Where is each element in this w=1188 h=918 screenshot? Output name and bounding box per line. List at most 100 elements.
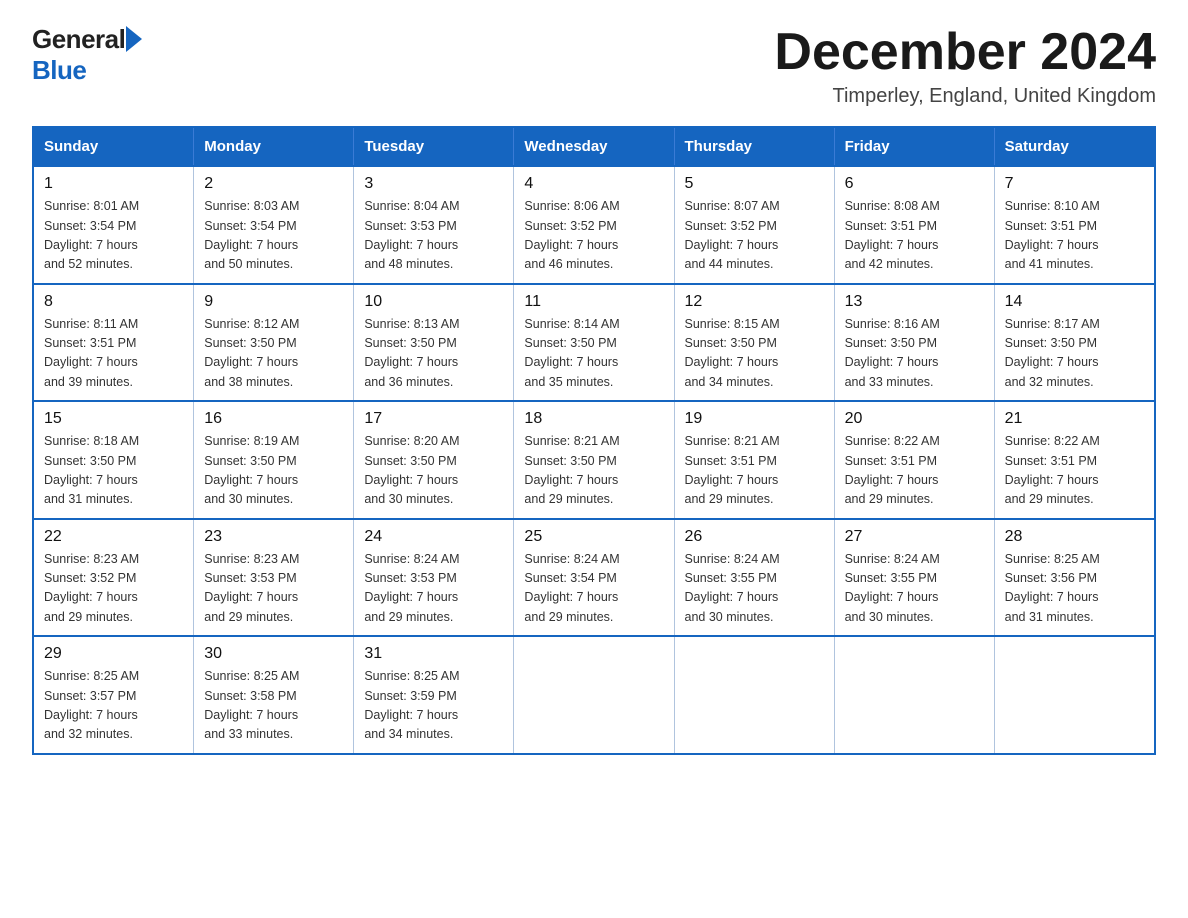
day-info: Sunrise: 8:13 AMSunset: 3:50 PMDaylight:… (364, 315, 503, 393)
day-info: Sunrise: 8:24 AMSunset: 3:54 PMDaylight:… (524, 550, 663, 628)
day-number: 16 (204, 410, 343, 428)
day-info: Sunrise: 8:25 AMSunset: 3:58 PMDaylight:… (204, 667, 343, 745)
day-number: 27 (845, 528, 984, 546)
calendar-day-cell: 5Sunrise: 8:07 AMSunset: 3:52 PMDaylight… (674, 166, 834, 284)
day-info: Sunrise: 8:04 AMSunset: 3:53 PMDaylight:… (364, 197, 503, 275)
calendar-day-cell: 17Sunrise: 8:20 AMSunset: 3:50 PMDayligh… (354, 401, 514, 519)
calendar-week-row: 15 Sunrise: 8:18 AMSunset: 3:50 PMDayligh… (33, 401, 1155, 519)
day-info: Sunrise: 8:24 AMSunset: 3:55 PMDaylight:… (685, 550, 824, 628)
day-info: Sunrise: 8:06 AMSunset: 3:52 PMDaylight:… (524, 197, 663, 275)
day-number: 24 (364, 528, 503, 546)
day-info: Sunrise: 8:19 AMSunset: 3:50 PMDaylight:… (204, 432, 343, 510)
calendar-day-cell: 27Sunrise: 8:24 AMSunset: 3:55 PMDayligh… (834, 519, 994, 637)
day-number: 11 (524, 293, 663, 311)
day-number: 26 (685, 528, 824, 546)
calendar-day-cell: 10 Sunrise: 8:13 AMSunset: 3:50 PMDayligh… (354, 284, 514, 402)
day-info: Sunrise: 8:23 AMSunset: 3:52 PMDaylight:… (44, 550, 183, 628)
calendar-day-cell: 18 Sunrise: 8:21 AMSunset: 3:50 PMDayligh… (514, 401, 674, 519)
day-of-week-header: Friday (834, 127, 994, 166)
calendar-week-row: 22Sunrise: 8:23 AMSunset: 3:52 PMDayligh… (33, 519, 1155, 637)
day-info: Sunrise: 8:20 AMSunset: 3:50 PMDaylight:… (364, 432, 503, 510)
calendar-day-cell: 9Sunrise: 8:12 AMSunset: 3:50 PMDaylight… (194, 284, 354, 402)
calendar-day-cell: 12 Sunrise: 8:15 AMSunset: 3:50 PMDayligh… (674, 284, 834, 402)
day-number: 25 (524, 528, 663, 546)
calendar-day-cell: 19 Sunrise: 8:21 AMSunset: 3:51 PMDayligh… (674, 401, 834, 519)
day-number: 10 (364, 293, 503, 311)
calendar-header-row: SundayMondayTuesdayWednesdayThursdayFrid… (33, 127, 1155, 166)
calendar-day-cell: 6Sunrise: 8:08 AMSunset: 3:51 PMDaylight… (834, 166, 994, 284)
calendar-day-cell: 22Sunrise: 8:23 AMSunset: 3:52 PMDayligh… (33, 519, 194, 637)
day-info: Sunrise: 8:21 AMSunset: 3:50 PMDaylight:… (524, 432, 663, 510)
calendar-table: SundayMondayTuesdayWednesdayThursdayFrid… (32, 126, 1156, 755)
logo-blue-text: Blue (32, 55, 86, 85)
day-info: Sunrise: 8:15 AMSunset: 3:50 PMDaylight:… (685, 315, 824, 393)
calendar-day-cell: 8 Sunrise: 8:11 AMSunset: 3:51 PMDaylight… (33, 284, 194, 402)
page-header: General Blue December 2024 Timperley, En… (32, 24, 1156, 108)
calendar-day-cell: 3Sunrise: 8:04 AMSunset: 3:53 PMDaylight… (354, 166, 514, 284)
title-block: December 2024 Timperley, England, United… (774, 24, 1156, 108)
day-number: 15 (44, 410, 183, 428)
month-title: December 2024 (774, 24, 1156, 81)
calendar-day-cell: 26 Sunrise: 8:24 AMSunset: 3:55 PMDayligh… (674, 519, 834, 637)
day-number: 8 (44, 293, 183, 311)
calendar-day-cell: 15 Sunrise: 8:18 AMSunset: 3:50 PMDayligh… (33, 401, 194, 519)
calendar-day-cell: 11 Sunrise: 8:14 AMSunset: 3:50 PMDayligh… (514, 284, 674, 402)
calendar-day-cell: 16 Sunrise: 8:19 AMSunset: 3:50 PMDayligh… (194, 401, 354, 519)
day-info: Sunrise: 8:22 AMSunset: 3:51 PMDaylight:… (1005, 432, 1144, 510)
calendar-day-cell: 23 Sunrise: 8:23 AMSunset: 3:53 PMDayligh… (194, 519, 354, 637)
day-of-week-header: Thursday (674, 127, 834, 166)
calendar-day-cell (674, 636, 834, 754)
day-info: Sunrise: 8:25 AMSunset: 3:56 PMDaylight:… (1005, 550, 1144, 628)
day-info: Sunrise: 8:11 AMSunset: 3:51 PMDaylight:… (44, 315, 183, 393)
day-number: 28 (1005, 528, 1144, 546)
day-number: 1 (44, 175, 183, 193)
day-info: Sunrise: 8:23 AMSunset: 3:53 PMDaylight:… (204, 550, 343, 628)
calendar-week-row: 8 Sunrise: 8:11 AMSunset: 3:51 PMDaylight… (33, 284, 1155, 402)
calendar-day-cell: 25 Sunrise: 8:24 AMSunset: 3:54 PMDayligh… (514, 519, 674, 637)
day-info: Sunrise: 8:22 AMSunset: 3:51 PMDaylight:… (845, 432, 984, 510)
day-number: 20 (845, 410, 984, 428)
location: Timperley, England, United Kingdom (774, 85, 1156, 108)
day-info: Sunrise: 8:25 AMSunset: 3:59 PMDaylight:… (364, 667, 503, 745)
logo-chevron-icon (126, 26, 142, 52)
day-number: 14 (1005, 293, 1144, 311)
day-number: 18 (524, 410, 663, 428)
day-info: Sunrise: 8:21 AMSunset: 3:51 PMDaylight:… (685, 432, 824, 510)
day-info: Sunrise: 8:01 AMSunset: 3:54 PMDaylight:… (44, 197, 183, 275)
day-number: 19 (685, 410, 824, 428)
calendar-day-cell: 13Sunrise: 8:16 AMSunset: 3:50 PMDayligh… (834, 284, 994, 402)
day-of-week-header: Monday (194, 127, 354, 166)
day-of-week-header: Sunday (33, 127, 194, 166)
calendar-day-cell: 24 Sunrise: 8:24 AMSunset: 3:53 PMDayligh… (354, 519, 514, 637)
calendar-week-row: 1 Sunrise: 8:01 AMSunset: 3:54 PMDaylight… (33, 166, 1155, 284)
day-info: Sunrise: 8:10 AMSunset: 3:51 PMDaylight:… (1005, 197, 1144, 275)
day-info: Sunrise: 8:24 AMSunset: 3:53 PMDaylight:… (364, 550, 503, 628)
day-number: 21 (1005, 410, 1144, 428)
calendar-day-cell (514, 636, 674, 754)
day-number: 12 (685, 293, 824, 311)
calendar-day-cell: 14Sunrise: 8:17 AMSunset: 3:50 PMDayligh… (994, 284, 1155, 402)
calendar-day-cell: 4 Sunrise: 8:06 AMSunset: 3:52 PMDaylight… (514, 166, 674, 284)
logo: General Blue (32, 24, 144, 86)
day-number: 30 (204, 645, 343, 663)
day-info: Sunrise: 8:03 AMSunset: 3:54 PMDaylight:… (204, 197, 343, 275)
calendar-day-cell: 2Sunrise: 8:03 AMSunset: 3:54 PMDaylight… (194, 166, 354, 284)
calendar-day-cell: 1 Sunrise: 8:01 AMSunset: 3:54 PMDaylight… (33, 166, 194, 284)
calendar-day-cell: 31 Sunrise: 8:25 AMSunset: 3:59 PMDayligh… (354, 636, 514, 754)
calendar-week-row: 29Sunrise: 8:25 AMSunset: 3:57 PMDayligh… (33, 636, 1155, 754)
calendar-day-cell: 7 Sunrise: 8:10 AMSunset: 3:51 PMDaylight… (994, 166, 1155, 284)
day-number: 4 (524, 175, 663, 193)
calendar-day-cell (994, 636, 1155, 754)
calendar-day-cell: 21 Sunrise: 8:22 AMSunset: 3:51 PMDayligh… (994, 401, 1155, 519)
calendar-day-cell: 29Sunrise: 8:25 AMSunset: 3:57 PMDayligh… (33, 636, 194, 754)
day-number: 7 (1005, 175, 1144, 193)
day-number: 13 (845, 293, 984, 311)
day-info: Sunrise: 8:14 AMSunset: 3:50 PMDaylight:… (524, 315, 663, 393)
day-of-week-header: Saturday (994, 127, 1155, 166)
day-number: 23 (204, 528, 343, 546)
day-number: 31 (364, 645, 503, 663)
calendar-day-cell: 20 Sunrise: 8:22 AMSunset: 3:51 PMDayligh… (834, 401, 994, 519)
day-number: 29 (44, 645, 183, 663)
day-info: Sunrise: 8:18 AMSunset: 3:50 PMDaylight:… (44, 432, 183, 510)
day-number: 9 (204, 293, 343, 311)
